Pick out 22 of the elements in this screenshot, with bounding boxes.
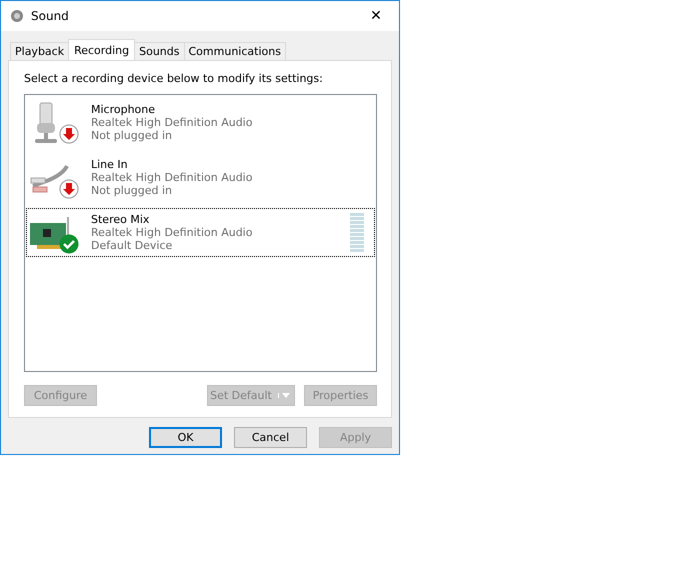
device-name: Microphone	[91, 103, 156, 116]
driver-name: Realtek High Definition Audio	[91, 116, 254, 129]
instruction-text: Select a recording device below to modify its settings:	[24, 72, 324, 85]
button-label: Set Default	[209, 389, 273, 402]
caret-icon	[278, 393, 290, 398]
dialog-button[interactable]: Cancel	[234, 427, 307, 448]
device-status: Not plugged in	[91, 129, 174, 142]
driver-name: Realtek High Definition Audio	[91, 171, 254, 184]
window-title: Sound	[31, 9, 70, 23]
driver-name: Realtek High Definition Audio	[91, 226, 254, 239]
device-item[interactable]: Stereo Mix Realtek High Definition Audio Default Device	[26, 208, 375, 257]
tab[interactable]: Communications	[184, 42, 286, 60]
tab[interactable]: Recording	[68, 39, 136, 60]
dialog-button[interactable]: OK	[149, 427, 222, 448]
tab[interactable]: Playback	[10, 42, 70, 60]
device-name: Stereo Mix	[91, 213, 150, 226]
close-button[interactable]: ✕	[353, 1, 399, 31]
device-name: Line In	[91, 158, 129, 171]
device-item[interactable]: Microphone Realtek High Definition Audio Not plugged in	[26, 98, 375, 147]
device-item[interactable]: Line In Realtek High Definition Audio Not plugged in	[26, 153, 375, 202]
device-status: Not plugged in	[91, 184, 174, 197]
device-status: Default Device	[91, 239, 174, 252]
